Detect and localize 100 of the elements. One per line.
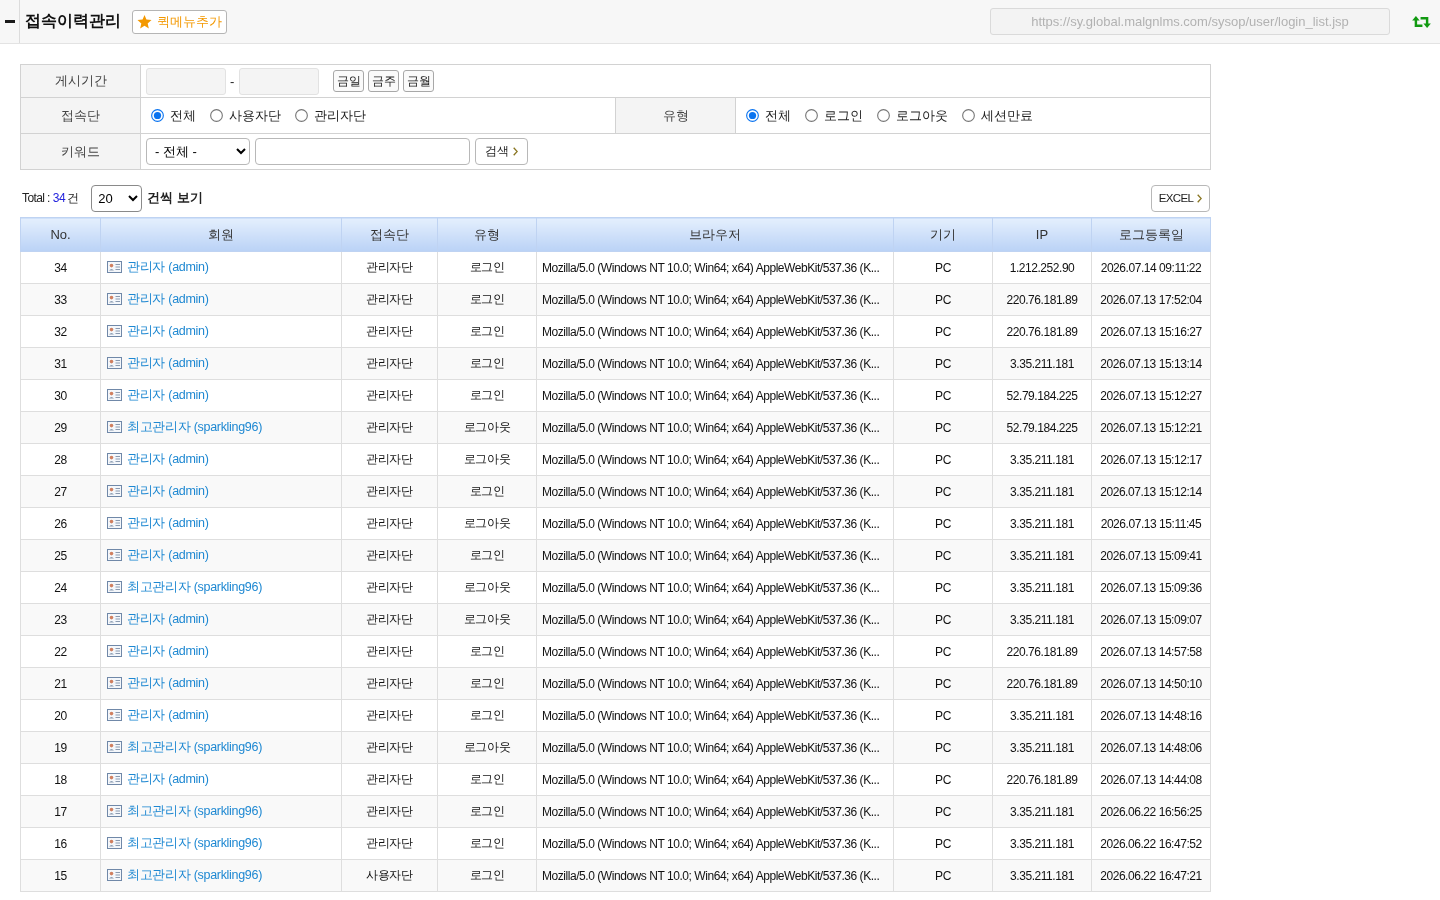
table-cell: 3.35.211.181	[992, 347, 1092, 380]
table-cell: 로그아웃	[437, 411, 537, 444]
table-cell: 관리자단	[341, 763, 438, 796]
table-cell: 2026.07.13 15:09:07	[1091, 603, 1211, 636]
table-cell: 20	[20, 699, 101, 732]
table-cell: 3.35.211.181	[992, 507, 1092, 540]
member-link[interactable]: 관리자 (admin)	[127, 674, 209, 692]
id-card-icon	[107, 837, 122, 850]
table-cell: 2026.07.13 14:44:08	[1091, 763, 1211, 796]
quick-menu-button[interactable]: 퀵메뉴추가	[132, 9, 227, 34]
table-cell: Mozilla/5.0 (Windows NT 10.0; Win64; x64) AppleWebKit/537.36 (K...	[536, 859, 894, 892]
keyword-input[interactable]	[255, 138, 470, 165]
id-card-icon	[107, 869, 122, 882]
table-cell: 220.76.181.89	[992, 667, 1092, 700]
table-cell: 로그인	[437, 827, 537, 860]
member-link[interactable]: 관리자 (admin)	[127, 482, 209, 500]
radio-label[interactable]: 세션만료	[981, 106, 1033, 125]
date-range-button[interactable]: 금주	[368, 70, 400, 92]
table-cell: 28	[20, 443, 101, 476]
column-header: No.	[20, 217, 101, 252]
member-link[interactable]: 관리자 (admin)	[127, 354, 209, 372]
column-header: 유형	[437, 217, 537, 252]
table-cell: 2026.07.13 15:11:45	[1091, 507, 1211, 540]
table-cell: 관리자단	[341, 827, 438, 860]
chevron-right-icon	[513, 147, 518, 156]
table-cell: 로그인	[437, 379, 537, 412]
page-size-select[interactable]: 20	[91, 184, 143, 212]
table-cell: 로그아웃	[437, 571, 537, 604]
table-cell: Mozilla/5.0 (Windows NT 10.0; Win64; x64) AppleWebKit/537.36 (K...	[536, 635, 894, 668]
id-card-icon	[107, 645, 122, 658]
table-cell: Mozilla/5.0 (Windows NT 10.0; Win64; x64) AppleWebKit/537.36 (K...	[536, 731, 894, 764]
table-cell: 22	[20, 635, 101, 668]
radio-button[interactable]	[295, 109, 308, 122]
table-cell: 관리자단	[341, 571, 438, 604]
member-link[interactable]: 관리자 (admin)	[127, 706, 209, 724]
search-button[interactable]: 검색	[475, 138, 528, 165]
table-cell: 2026.07.13 15:12:21	[1091, 411, 1211, 444]
member-link[interactable]: 관리자 (admin)	[127, 514, 209, 532]
table-cell: 관리자단	[341, 539, 438, 572]
excel-button[interactable]: EXCEL	[1151, 184, 1210, 212]
member-link[interactable]: 관리자 (admin)	[127, 258, 209, 276]
radio-button[interactable]	[151, 109, 164, 122]
table-cell: Mozilla/5.0 (Windows NT 10.0; Win64; x64) AppleWebKit/537.36 (K...	[536, 699, 894, 732]
table-cell: 23	[20, 603, 101, 636]
table-cell: PC	[893, 859, 993, 892]
radio-label[interactable]: 전체	[170, 106, 196, 125]
table-cell: 로그인	[437, 283, 537, 316]
member-link[interactable]: 관리자 (admin)	[127, 770, 209, 788]
table-cell: 26	[20, 507, 101, 540]
table-cell: Mozilla/5.0 (Windows NT 10.0; Win64; x64) AppleWebKit/537.36 (K...	[536, 411, 894, 444]
keyword-select[interactable]: - 전체 -	[146, 138, 250, 165]
radio-button[interactable]	[746, 109, 759, 122]
table-cell: 34	[20, 251, 101, 284]
table-cell: 관리자단	[341, 507, 438, 540]
table-cell: 2026.07.13 17:52:04	[1091, 283, 1211, 316]
member-link[interactable]: 관리자 (admin)	[127, 642, 209, 660]
table-cell: 16	[20, 827, 101, 860]
table-cell: 3.35.211.181	[992, 699, 1092, 732]
member-link[interactable]: 관리자 (admin)	[127, 290, 209, 308]
table-cell: 33	[20, 283, 101, 316]
table-cell: Mozilla/5.0 (Windows NT 10.0; Win64; x64) AppleWebKit/537.36 (K...	[536, 603, 894, 636]
date-field[interactable]	[239, 67, 320, 95]
table-cell: 220.76.181.89	[992, 315, 1092, 348]
table-cell: 25	[20, 539, 101, 572]
table-cell: 3.35.211.181	[992, 571, 1092, 604]
member-link[interactable]: 관리자 (admin)	[127, 450, 209, 468]
radio-label[interactable]: 전체	[765, 106, 791, 125]
radio-label[interactable]: 관리자단	[314, 106, 366, 125]
member-link[interactable]: 관리자 (admin)	[127, 610, 209, 628]
date-field[interactable]	[146, 67, 226, 95]
table-cell: PC	[893, 763, 993, 796]
table-cell: PC	[893, 475, 993, 508]
table-cell: 17	[20, 795, 101, 828]
chevron-right-icon	[1197, 193, 1203, 203]
radio-label[interactable]: 로그인	[824, 106, 863, 125]
radio-button[interactable]	[877, 109, 890, 122]
minus-icon[interactable]	[4, 20, 15, 23]
member-link[interactable]: 관리자 (admin)	[127, 386, 209, 404]
member-link[interactable]: 관리자 (admin)	[127, 546, 209, 564]
table-cell: 3.35.211.181	[992, 539, 1092, 572]
table-cell: 2026.07.13 14:48:06	[1091, 731, 1211, 764]
table-cell: 3.35.211.181	[992, 603, 1092, 636]
table-cell: 2026.07.13 15:12:17	[1091, 443, 1211, 476]
radio-button[interactable]	[962, 109, 975, 122]
radio-button[interactable]	[210, 109, 223, 122]
radio-label[interactable]: 로그아웃	[896, 106, 948, 125]
table-cell: 220.76.181.89	[992, 763, 1092, 796]
radio-button[interactable]	[805, 109, 818, 122]
table-cell: 30	[20, 379, 101, 412]
filter-label: 게시기간	[20, 64, 141, 98]
id-card-icon	[107, 325, 122, 338]
member-link[interactable]: 관리자 (admin)	[127, 322, 209, 340]
date-range-button[interactable]: 금월	[403, 70, 435, 92]
date-range-button[interactable]: 금일	[333, 70, 365, 92]
table-cell: PC	[893, 251, 993, 284]
total-label: Total :	[22, 191, 50, 205]
radio-label[interactable]: 사용자단	[229, 106, 281, 125]
refresh-icon[interactable]	[1412, 14, 1431, 29]
table-cell: 로그아웃	[437, 507, 537, 540]
table-cell: Mozilla/5.0 (Windows NT 10.0; Win64; x64) AppleWebKit/537.36 (K...	[536, 763, 894, 796]
